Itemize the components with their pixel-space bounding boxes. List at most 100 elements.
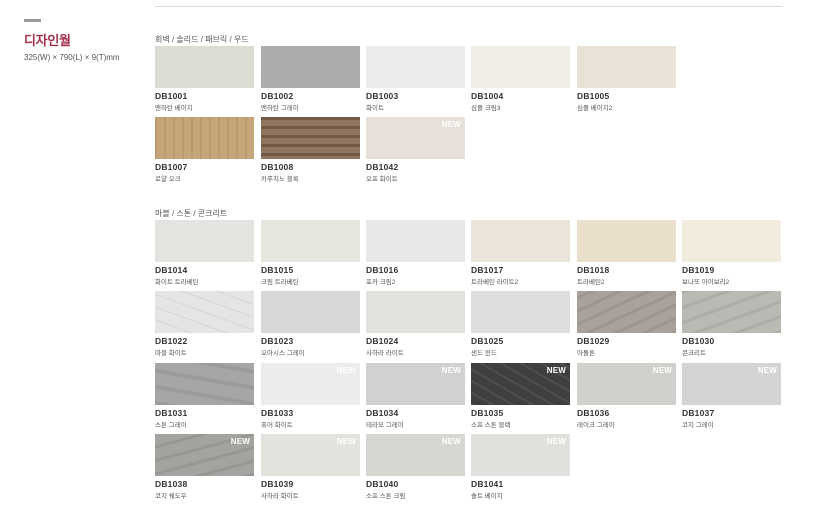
swatch-db1033[interactable]: NEW <box>261 363 360 405</box>
swatch-name: 포카 크림2 <box>366 279 396 286</box>
swatch-name: 오프 화이트 <box>366 176 398 183</box>
swatch-code: DB1037 <box>682 408 715 418</box>
swatch-code: DB1003 <box>366 91 399 101</box>
swatch-code: DB1019 <box>682 265 715 275</box>
new-badge: NEW <box>336 366 356 375</box>
swatch-code: DB1002 <box>261 91 294 101</box>
swatch-name: 소프 스톤 크림 <box>366 493 406 500</box>
swatch-name: 맨하탄 그레이 <box>261 105 299 112</box>
swatch-name: 트라베틴2 <box>577 279 605 286</box>
swatch-code: DB1015 <box>261 265 294 275</box>
swatch-code: DB1018 <box>577 265 610 275</box>
swatch-name: 로얄 오크 <box>155 176 181 183</box>
swatch-db1022[interactable] <box>155 291 254 333</box>
swatch-db1041[interactable]: NEW <box>471 434 570 476</box>
swatch-db1002[interactable] <box>261 46 360 88</box>
swatch-name: 레이크 그레이 <box>577 422 615 429</box>
swatch-name: 솔트 베이지 <box>471 493 503 500</box>
swatch-name: 퓨어 화이트 <box>261 422 293 429</box>
swatch-db1015[interactable] <box>261 220 360 262</box>
swatch-name: 콘크리트 <box>682 350 706 357</box>
swatch-name: 맨하탄 베이지 <box>155 105 193 112</box>
swatch-code: DB1035 <box>471 408 504 418</box>
new-badge: NEW <box>336 437 356 446</box>
swatch-db1038[interactable]: NEW <box>155 434 254 476</box>
swatch-name: 사하라 화이트 <box>261 493 299 500</box>
swatch-code: DB1031 <box>155 408 188 418</box>
new-badge: NEW <box>230 437 250 446</box>
top-divider <box>155 6 782 7</box>
swatch-name: 심플 크림3 <box>471 105 501 112</box>
swatch-db1042[interactable]: NEW <box>366 117 465 159</box>
swatch-code: DB1030 <box>682 336 715 346</box>
swatch-db1024[interactable] <box>366 291 465 333</box>
swatch-db1025[interactable] <box>471 291 570 333</box>
swatch-db1018[interactable] <box>577 220 676 262</box>
swatch-code: DB1029 <box>577 336 610 346</box>
swatch-db1039[interactable]: NEW <box>261 434 360 476</box>
swatch-code: DB1005 <box>577 91 610 101</box>
swatch-name: 사하라 라이트 <box>366 350 404 357</box>
swatch-code: DB1041 <box>471 479 504 489</box>
swatch-code: DB1036 <box>577 408 610 418</box>
swatch-name: 스톤 그레이 <box>155 422 187 429</box>
swatch-code: DB1025 <box>471 336 504 346</box>
swatch-name: 아돌론 <box>577 350 595 357</box>
swatch-code: DB1042 <box>366 162 399 172</box>
swatch-db1037[interactable]: NEW <box>682 363 781 405</box>
swatch-db1016[interactable] <box>366 220 465 262</box>
swatch-name: 카푸치노 블록 <box>261 176 299 183</box>
swatch-name: 소프 스톤 블랙 <box>471 422 511 429</box>
new-badge: NEW <box>441 437 461 446</box>
swatch-db1031[interactable] <box>155 363 254 405</box>
swatch-code: DB1016 <box>366 265 399 275</box>
page-title: 디자인월 <box>24 33 71 48</box>
swatch-db1014[interactable] <box>155 220 254 262</box>
swatch-db1040[interactable]: NEW <box>366 434 465 476</box>
new-badge: NEW <box>546 366 566 375</box>
swatch-db1035[interactable]: NEW <box>471 363 570 405</box>
swatch-code: DB1014 <box>155 265 188 275</box>
swatch-code: DB1034 <box>366 408 399 418</box>
swatch-code: DB1040 <box>366 479 399 489</box>
swatch-name: 코지 쉐도우 <box>155 493 187 500</box>
swatch-db1036[interactable]: NEW <box>577 363 676 405</box>
header-dash <box>24 19 41 22</box>
category-label-2: 마블 / 스톤 / 콘크리트 <box>155 209 228 218</box>
new-badge: NEW <box>757 366 777 375</box>
swatch-db1034[interactable]: NEW <box>366 363 465 405</box>
swatch-code: DB1033 <box>261 408 294 418</box>
swatch-name: 화이트 트라베틴 <box>155 279 199 286</box>
swatch-code: DB1004 <box>471 91 504 101</box>
swatch-db1001[interactable] <box>155 46 254 88</box>
swatch-code: DB1017 <box>471 265 504 275</box>
swatch-db1019[interactable] <box>682 220 781 262</box>
swatch-name: 크림 트라베틴 <box>261 279 299 286</box>
swatch-db1030[interactable] <box>682 291 781 333</box>
new-badge: NEW <box>546 437 566 446</box>
swatch-db1005[interactable] <box>577 46 676 88</box>
swatch-db1008[interactable] <box>261 117 360 159</box>
swatch-db1029[interactable] <box>577 291 676 333</box>
swatch-db1003[interactable] <box>366 46 465 88</box>
category-label-1: 회벽 / 솔리드 / 패브릭 / 우드 <box>155 35 249 44</box>
swatch-code: DB1023 <box>261 336 294 346</box>
swatch-db1023[interactable] <box>261 291 360 333</box>
swatch-db1007[interactable] <box>155 117 254 159</box>
swatch-db1004[interactable] <box>471 46 570 88</box>
swatch-code: DB1022 <box>155 336 188 346</box>
swatch-code: DB1001 <box>155 91 188 101</box>
swatch-code: DB1008 <box>261 162 294 172</box>
swatch-name: 보나또 아이보리2 <box>682 279 730 286</box>
swatch-name: 심플 베이지2 <box>577 105 613 112</box>
swatch-name: 코지 그레이 <box>682 422 714 429</box>
swatch-code: DB1039 <box>261 479 294 489</box>
swatch-code: DB1024 <box>366 336 399 346</box>
swatch-name: 마블 화이트 <box>155 350 187 357</box>
swatch-name: 오아시스 그레이 <box>261 350 305 357</box>
product-dimensions: 325(W) × 790(L) × 9(T)mm <box>24 53 120 62</box>
swatch-db1017[interactable] <box>471 220 570 262</box>
swatch-name: 트라베틴 라이트2 <box>471 279 519 286</box>
swatch-code: DB1038 <box>155 479 188 489</box>
new-badge: NEW <box>441 366 461 375</box>
